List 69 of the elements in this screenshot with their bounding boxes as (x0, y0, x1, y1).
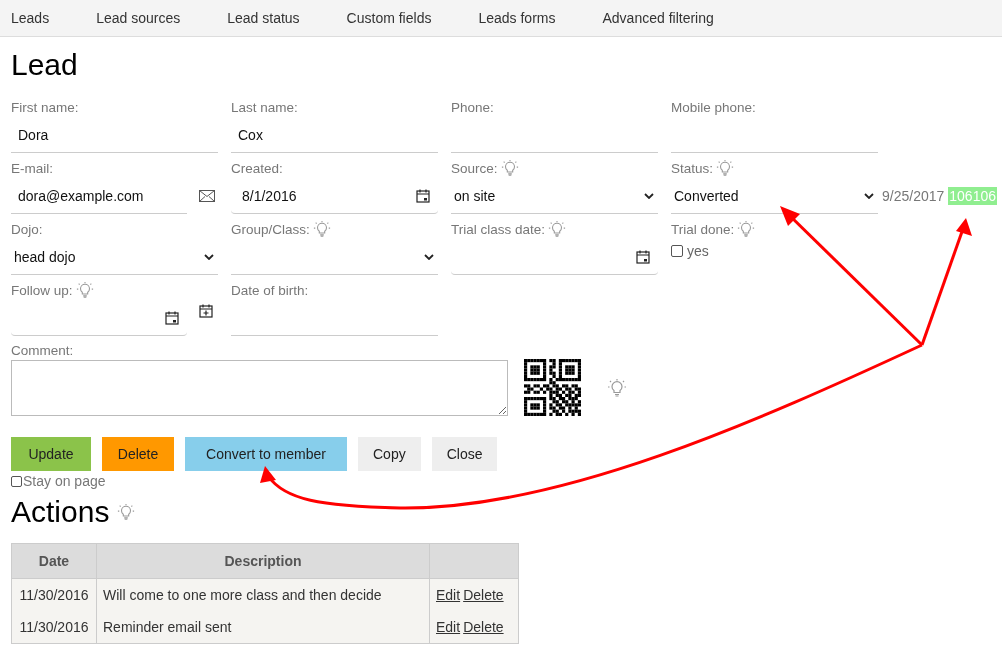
dropdown[interactable]: head dojo (11, 239, 218, 275)
edit-link[interactable]: Edit (436, 587, 461, 603)
chevron-down-icon[interactable] (424, 253, 434, 260)
field-label: Date of birth: (231, 282, 309, 298)
qr-code-icon (524, 359, 581, 416)
text-field[interactable]: Dora (11, 117, 218, 153)
section-title: Actions (11, 494, 110, 530)
column-header: Date (11, 543, 97, 579)
field-label: Mobile phone: (671, 99, 756, 115)
nav-link[interactable]: Leads forms (478, 10, 556, 26)
table-cell: Reminder email sent (96, 611, 430, 644)
chevron-down-icon[interactable] (864, 192, 874, 199)
page-title: Lead (11, 47, 79, 83)
field-label: Trial class date: (451, 221, 546, 237)
envelope-icon[interactable] (199, 190, 215, 202)
checkbox-label: Stay on page (23, 473, 106, 489)
lightbulb-icon[interactable] (312, 220, 331, 238)
field-label: Comment: (11, 343, 74, 358)
chevron-down-icon[interactable] (204, 253, 214, 260)
field-label: E-mail: (11, 160, 53, 176)
field-label: Created: (231, 160, 283, 176)
field-label: Trial done: (671, 221, 735, 237)
nav-link[interactable]: Leads (11, 10, 50, 26)
field-label: Follow up: (11, 282, 73, 298)
column-header: Description (96, 543, 430, 579)
email-field[interactable]: dora@example.com (11, 178, 187, 214)
delete-link[interactable]: Delete (463, 587, 504, 603)
lightbulb-icon[interactable] (500, 159, 519, 177)
table-cell: Will come to one more class and then decide (96, 578, 430, 611)
lightbulb-icon[interactable] (716, 159, 735, 177)
lightbulb-icon[interactable] (607, 377, 627, 398)
checkbox[interactable] (671, 245, 683, 257)
secondary-button[interactable]: Close (431, 437, 498, 471)
nav-link[interactable]: Lead sources (96, 10, 181, 26)
update-button[interactable]: Update (11, 437, 91, 471)
secondary-button[interactable]: Copy (358, 437, 421, 471)
chevron-down-icon[interactable] (644, 192, 654, 199)
field-label: First name: (11, 99, 79, 115)
field-label: Phone: (451, 99, 494, 115)
table-cell: 11/30/2016 (11, 611, 97, 644)
delete-link[interactable]: Delete (463, 619, 504, 635)
id-highlight: 106106 (948, 187, 997, 205)
calendar-icon[interactable] (416, 188, 430, 203)
calendar-icon[interactable] (636, 249, 650, 264)
status-date: 9/25/2017 (882, 188, 945, 204)
lightbulb-icon[interactable] (737, 220, 756, 238)
date-field[interactable]: 8/1/2016 (231, 178, 438, 214)
convert-button[interactable]: Convert to member (185, 437, 347, 471)
edit-link[interactable]: Edit (436, 619, 461, 635)
lightbulb-icon[interactable] (75, 281, 94, 299)
nav-link[interactable]: Custom fields (346, 10, 432, 26)
field-label: Source: (451, 160, 498, 176)
nav-link[interactable]: Lead status (227, 10, 300, 26)
field-label: Dojo: (11, 221, 43, 237)
add-calendar-icon[interactable] (199, 304, 213, 318)
dropdown[interactable]: on site (451, 178, 658, 214)
comment-field[interactable] (11, 359, 508, 416)
lightbulb-icon[interactable] (117, 503, 136, 521)
table-cell: 11/30/2016 (11, 578, 97, 611)
calendar-icon[interactable] (165, 310, 179, 325)
delete-button[interactable]: Delete (102, 437, 174, 471)
checkbox-label: yes (687, 243, 709, 259)
nav-link[interactable]: Advanced filtering (602, 10, 714, 26)
field-label: Status: (671, 160, 714, 176)
checkbox[interactable] (11, 475, 22, 487)
field-label: Last name: (231, 99, 298, 115)
field-label: Group/Class: (231, 221, 310, 237)
lightbulb-icon[interactable] (548, 220, 567, 238)
text-field[interactable]: Cox (231, 117, 438, 153)
